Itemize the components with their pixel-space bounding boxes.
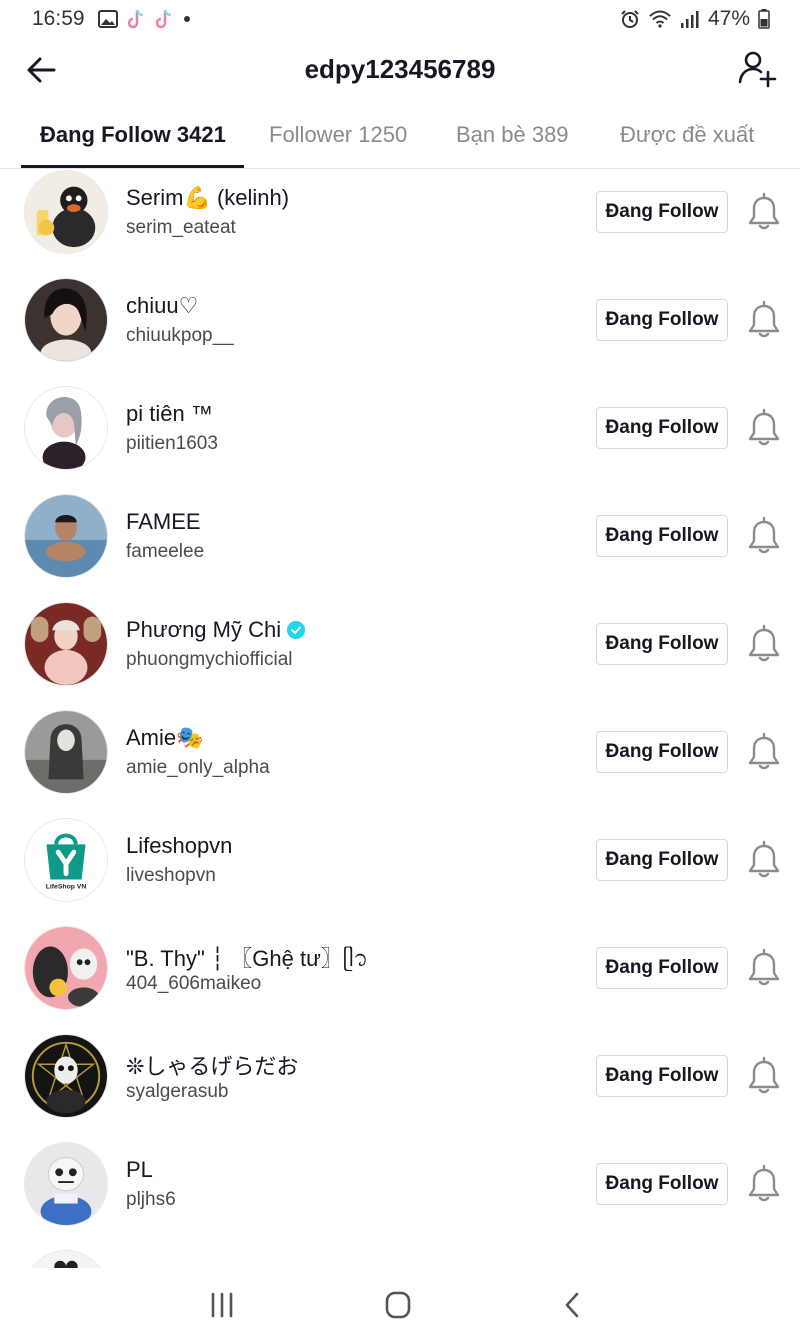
- user-name: pi tiên ™: [126, 401, 213, 426]
- avatar[interactable]: [24, 1250, 108, 1268]
- header: edpy123456789: [0, 38, 800, 100]
- verified-badge-icon: [287, 621, 306, 639]
- list-item[interactable]: ❊しゃるげらだお syalgerasub Đang Follow: [0, 1033, 800, 1141]
- battery-percent: 47%: [707, 7, 750, 30]
- bell-icon[interactable]: [746, 192, 782, 232]
- page-title: edpy123456789: [304, 54, 496, 84]
- user-handle: piitien1603: [126, 433, 218, 454]
- status-time: 16:59: [32, 7, 85, 30]
- avatar[interactable]: [24, 494, 108, 578]
- list-item[interactable]: Serim💪 (kelinh) serim_eateat Đang Follow: [0, 169, 800, 277]
- list-item[interactable]: [0, 1249, 800, 1268]
- tiktok-icon: [127, 9, 144, 29]
- following-button[interactable]: Đang Follow: [596, 299, 728, 341]
- back-nav-icon[interactable]: [553, 1288, 593, 1322]
- user-name: ❊しゃるげらだお: [126, 1054, 299, 1079]
- bell-icon[interactable]: [746, 516, 782, 556]
- recent-apps-icon[interactable]: [202, 1288, 242, 1322]
- bell-icon[interactable]: [746, 300, 782, 340]
- signal-icon: [680, 11, 699, 28]
- bell-icon[interactable]: [746, 948, 782, 988]
- tiktok-icon: [155, 9, 172, 29]
- following-button[interactable]: Đang Follow: [596, 1163, 728, 1205]
- avatar[interactable]: [24, 926, 108, 1010]
- home-icon[interactable]: [378, 1288, 418, 1322]
- avatar[interactable]: LifeShop VN: [24, 818, 108, 902]
- user-handle: syalgerasub: [126, 1081, 229, 1102]
- tab-bar: Đang Follow 3421 Follower 1250 Bạn bè 38…: [0, 100, 800, 169]
- bell-icon[interactable]: [746, 408, 782, 448]
- system-nav-bar: [0, 1268, 800, 1340]
- following-button[interactable]: Đang Follow: [596, 623, 728, 665]
- user-name: Amie🎭: [126, 725, 204, 750]
- list-item[interactable]: FAMEE fameelee Đang Follow: [0, 493, 800, 601]
- status-bar: 16:59 47%: [0, 0, 800, 38]
- bell-icon[interactable]: [746, 624, 782, 664]
- user-handle: serim_eateat: [126, 217, 236, 238]
- bell-icon[interactable]: [746, 1056, 782, 1096]
- following-button[interactable]: Đang Follow: [596, 407, 728, 449]
- following-button[interactable]: Đang Follow: [596, 515, 728, 557]
- following-list: Serim💪 (kelinh) serim_eateat Đang Follow…: [0, 169, 800, 1268]
- list-item[interactable]: pi tiên ™ piitien1603 Đang Follow: [0, 385, 800, 493]
- bell-icon[interactable]: [746, 1164, 782, 1204]
- avatar[interactable]: [24, 710, 108, 794]
- user-handle: pljhs6: [126, 1189, 176, 1210]
- gallery-icon: [98, 10, 118, 28]
- add-user-icon: [738, 51, 777, 88]
- list-item[interactable]: LifeShop VN Lifeshopvn liveshopvn Đang F…: [0, 817, 800, 925]
- following-button[interactable]: Đang Follow: [596, 191, 728, 233]
- user-handle: chiuukpop__: [126, 325, 234, 346]
- avatar[interactable]: [24, 1142, 108, 1226]
- dot-icon: [184, 16, 190, 22]
- wifi-icon: [649, 10, 671, 28]
- user-handle: phuongmychiofficial: [126, 649, 293, 670]
- bell-icon[interactable]: [746, 732, 782, 772]
- battery-icon: [758, 9, 770, 29]
- user-name: Phương Mỹ Chi: [126, 617, 306, 643]
- avatar[interactable]: [24, 602, 108, 686]
- user-handle: fameelee: [126, 541, 205, 562]
- list-item[interactable]: Phương Mỹ Chi phuongmychiofficial Đang F…: [0, 601, 800, 709]
- user-name: chiuu♡: [126, 293, 199, 318]
- tab-following[interactable]: Đang Follow 3421: [40, 122, 226, 148]
- user-name: Lifeshopvn: [126, 833, 233, 858]
- following-button[interactable]: Đang Follow: [596, 839, 728, 881]
- avatar[interactable]: [24, 278, 108, 362]
- add-user-button[interactable]: [736, 48, 778, 90]
- avatar[interactable]: [24, 1034, 108, 1118]
- list-item[interactable]: "B. Thy" ┆ 〖Ghệ tư〗ᥫ᭡ 404_606maikeo Đang…: [0, 925, 800, 1033]
- avatar[interactable]: [24, 170, 108, 254]
- user-handle: liveshopvn: [126, 865, 216, 886]
- user-name: FAMEE: [126, 509, 201, 534]
- tab-friends[interactable]: Bạn bè 389: [456, 122, 569, 148]
- svg-text:LifeShop VN: LifeShop VN: [46, 883, 87, 890]
- list-item[interactable]: Amie🎭 amie_only_alpha Đang Follow: [0, 709, 800, 817]
- tab-indicator: [21, 165, 244, 168]
- alarm-icon: [621, 10, 639, 28]
- list-item[interactable]: PL pljhs6 Đang Follow: [0, 1141, 800, 1249]
- following-button[interactable]: Đang Follow: [596, 1055, 728, 1097]
- user-handle: 404_606maikeo: [126, 973, 262, 994]
- user-name: PL: [126, 1157, 153, 1182]
- following-button[interactable]: Đang Follow: [596, 731, 728, 773]
- tab-suggested[interactable]: Được đề xuất: [620, 122, 754, 148]
- tab-followers[interactable]: Follower 1250: [269, 122, 407, 148]
- bell-icon[interactable]: [746, 840, 782, 880]
- user-handle: amie_only_alpha: [126, 757, 270, 778]
- user-name: Serim💪 (kelinh): [126, 185, 290, 210]
- list-item[interactable]: chiuu♡ chiuukpop__ Đang Follow: [0, 277, 800, 385]
- following-button[interactable]: Đang Follow: [596, 947, 728, 989]
- avatar[interactable]: [24, 386, 108, 470]
